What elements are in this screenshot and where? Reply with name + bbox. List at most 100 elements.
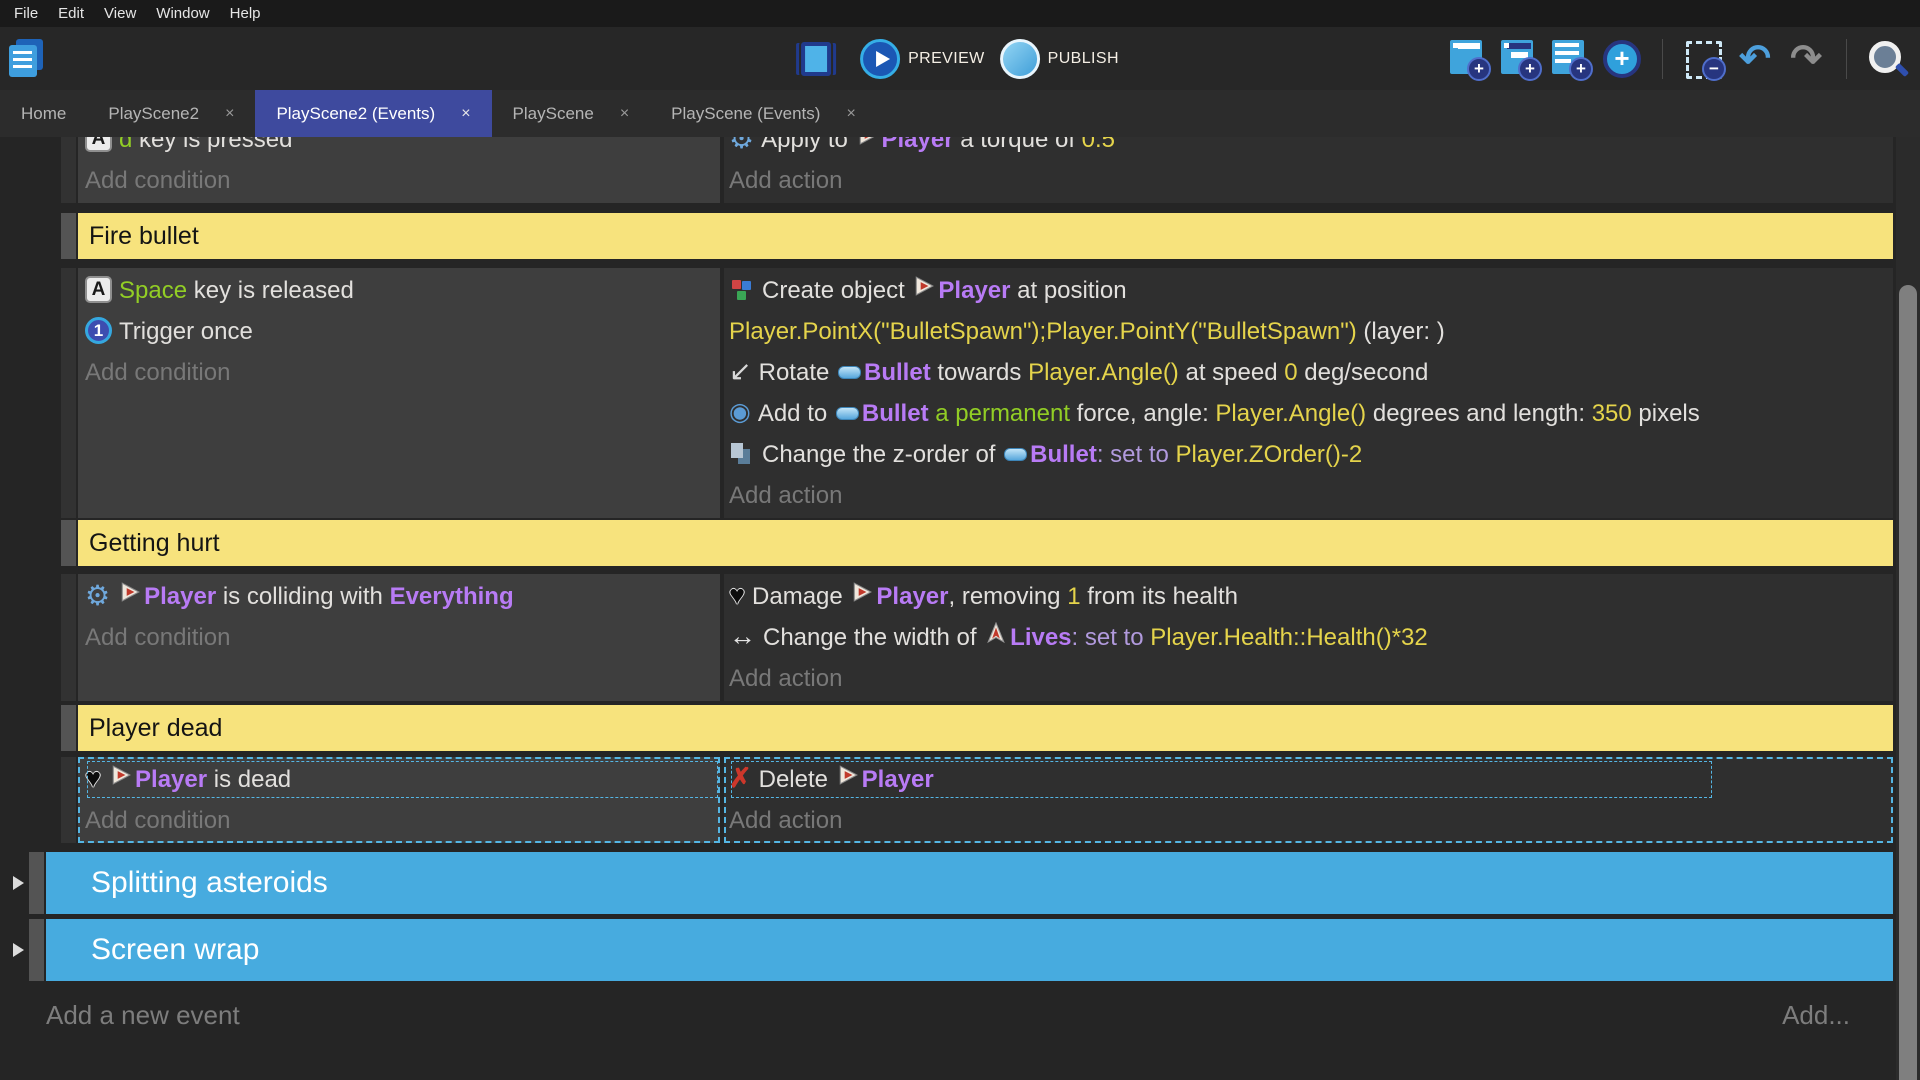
text-segment: Player.ZOrder()-2: [1176, 441, 1363, 468]
text-segment: a torque of: [954, 137, 1082, 153]
scrollbar-thumb[interactable]: [1899, 285, 1917, 1080]
tab-playscene-events[interactable]: PlayScene (Events)×: [650, 90, 877, 137]
add-force-icon: ◉: [729, 392, 751, 433]
group-title-screen-wrap[interactable]: Screen wrap: [46, 919, 1893, 981]
text-segment: , removing: [948, 583, 1067, 610]
comment-text[interactable]: Fire bullet: [78, 213, 1893, 259]
tab-close-icon[interactable]: ×: [225, 105, 234, 123]
text-segment: Lives: [1010, 624, 1071, 651]
menu-item-edit[interactable]: Edit: [48, 5, 94, 22]
add-comment-icon[interactable]: +: [1551, 39, 1591, 79]
action[interactable]: Change the z-order of Bullet: set to Pla…: [729, 434, 1714, 475]
collapsed-arrow-icon[interactable]: [8, 919, 29, 981]
tab-label: Home: [21, 104, 66, 124]
condition[interactable]: Ad key is pressed: [85, 137, 720, 160]
tab-home[interactable]: Home: [0, 90, 87, 137]
event-drag-handle[interactable]: [61, 137, 76, 203]
action[interactable]: ↔Change the width of Lives: set to Playe…: [729, 617, 1714, 658]
text-segment: Bullet: [1030, 441, 1097, 468]
action[interactable]: ↙Rotate Bullet towards Player.Angle() at…: [729, 352, 1714, 393]
actions-cell: ⚙Apply to Player a torque of 0.5Add acti…: [724, 137, 1893, 203]
text-segment: Player.PointX("BulletSpawn");Player.Poin…: [729, 318, 1357, 345]
toolbar-center-group: PREVIEW PUBLISH: [801, 39, 1119, 79]
add-condition-button[interactable]: Add condition: [85, 352, 720, 393]
add-action-button[interactable]: Add action: [729, 475, 1714, 516]
tab-close-icon[interactable]: ×: [846, 105, 855, 123]
text-segment: Bullet: [862, 400, 929, 427]
tab-label: PlayScene2 (Events): [276, 104, 435, 124]
redo-icon[interactable]: ↷: [1786, 39, 1826, 79]
add-condition-button[interactable]: Add condition: [85, 617, 720, 658]
add-action-button[interactable]: Add action: [729, 800, 1714, 841]
add-action-button[interactable]: Add action: [729, 160, 1714, 201]
create-object-icon: [729, 277, 755, 303]
add-button[interactable]: Add...: [1782, 1000, 1850, 1031]
conditions-cell: ⚙Player is colliding with EverythingAdd …: [78, 574, 720, 701]
comment-text[interactable]: Player dead: [78, 705, 1893, 751]
add-subevent-icon[interactable]: +: [1500, 39, 1540, 79]
bullet-object-icon: [1004, 433, 1027, 474]
text-segment: at speed: [1179, 359, 1284, 386]
tab-close-icon[interactable]: ×: [461, 105, 470, 123]
text-segment: Rotate: [759, 359, 836, 386]
tab-playscene2[interactable]: PlayScene2×: [87, 90, 255, 137]
physics-icon: ⚙: [729, 137, 754, 153]
add-condition-button[interactable]: Add condition: [85, 800, 720, 841]
debug-icon[interactable]: [801, 42, 831, 76]
comment-drag-handle[interactable]: [61, 213, 76, 259]
heart-icon: ♥: [729, 575, 745, 616]
action[interactable]: ⚙Apply to Player a torque of 0.5: [729, 137, 1714, 160]
add-condition-button[interactable]: Add condition: [85, 160, 720, 201]
add-circle-icon[interactable]: +: [1602, 39, 1642, 79]
text-segment: :: [1097, 441, 1110, 468]
undo-icon[interactable]: ↶: [1735, 39, 1775, 79]
group-drag-handle[interactable]: [29, 852, 44, 914]
comment-drag-handle[interactable]: [61, 705, 76, 751]
collapsed-arrow-icon[interactable]: [8, 852, 29, 914]
comment-text[interactable]: Getting hurt: [78, 520, 1893, 566]
text-segment: from its health: [1081, 583, 1238, 610]
text-segment: 350: [1592, 400, 1632, 427]
vertical-scrollbar[interactable]: [1896, 137, 1920, 1080]
menu-item-help[interactable]: Help: [220, 5, 271, 22]
delete-selection-icon[interactable]: −: [1684, 39, 1724, 79]
toolbar-separator: [1846, 39, 1847, 79]
condition[interactable]: ♥Player is dead: [85, 759, 720, 800]
preview-button[interactable]: PREVIEW: [860, 39, 985, 79]
action[interactable]: Create object Player at position Player.…: [729, 270, 1714, 352]
publish-label: PUBLISH: [1048, 50, 1119, 68]
action[interactable]: ✗Delete Player: [729, 759, 1714, 800]
add-event-icon[interactable]: +: [1449, 39, 1489, 79]
text-segment: key is pressed: [132, 137, 292, 153]
player-object-icon: [110, 758, 132, 799]
text-segment: towards: [931, 359, 1028, 386]
group-title-splitting-asteroids[interactable]: Splitting asteroids: [46, 852, 1893, 914]
action[interactable]: ◉Add to Bullet a permanent force, angle:…: [729, 393, 1714, 434]
add-new-event-placeholder[interactable]: Add a new event: [46, 1000, 240, 1031]
text-segment: deg/second: [1298, 359, 1429, 386]
event-drag-handle[interactable]: [61, 757, 76, 843]
tab-close-icon[interactable]: ×: [620, 105, 629, 123]
condition[interactable]: ⚙Player is colliding with Everything: [85, 576, 720, 617]
event-row: ♥Player is deadAdd condition✗Delete Play…: [61, 757, 1893, 843]
event-drag-handle[interactable]: [61, 574, 76, 701]
action[interactable]: ♥Damage Player, removing 1 from its heal…: [729, 576, 1714, 617]
menu-item-file[interactable]: File: [4, 5, 48, 22]
tab-playscene2-events[interactable]: PlayScene2 (Events) ×: [255, 90, 491, 137]
text-segment: Player.Angle(): [1028, 359, 1179, 386]
condition[interactable]: 1Trigger once: [85, 311, 720, 352]
event-drag-handle[interactable]: [61, 268, 76, 518]
preview-label: PREVIEW: [908, 50, 985, 68]
group-drag-handle[interactable]: [29, 919, 44, 981]
search-icon[interactable]: [1868, 39, 1908, 79]
tab-playscene[interactable]: PlayScene×: [492, 90, 651, 137]
add-action-button[interactable]: Add action: [729, 658, 1714, 699]
gdevelop-logo-icon[interactable]: [9, 39, 47, 79]
comment-drag-handle[interactable]: [61, 520, 76, 566]
publish-button[interactable]: PUBLISH: [1000, 39, 1119, 79]
condition[interactable]: ASpace key is released: [85, 270, 720, 311]
player-object-icon: [913, 269, 935, 310]
menu-item-view[interactable]: View: [94, 5, 146, 22]
menu-item-window[interactable]: Window: [146, 5, 219, 22]
heart-icon: ♥: [85, 758, 101, 799]
